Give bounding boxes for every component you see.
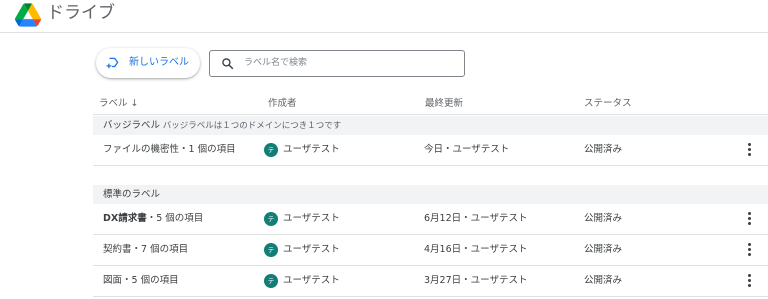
section-header-badge-label: バッジラベル バッジラベルは１つのドメインにつき１つです: [93, 116, 768, 135]
new-label-icon: [106, 57, 119, 69]
column-header-creator: 作成者: [268, 98, 297, 109]
label-row[interactable]: DX請求書・5 個の項目 テ ユーザテスト 6月12日・ユーザテスト 公開済み: [93, 204, 768, 235]
status-text: 公開済み: [584, 244, 623, 255]
status-text: 公開済み: [584, 275, 623, 286]
new-label-button[interactable]: 新しいラベル: [96, 48, 200, 78]
creator-name: ユーザテスト: [283, 275, 340, 286]
label-name-cell: 図面・5 個の項目: [103, 274, 179, 288]
google-drive-logo-icon[interactable]: [15, 3, 41, 27]
label-item-count: ・5 個の項目: [122, 275, 179, 286]
label-search-box[interactable]: [209, 50, 465, 77]
header-divider: [93, 114, 768, 115]
label-row[interactable]: 契約書・7 個の項目 テ ユーザテスト 4月16日・ユーザテスト 公開済み: [93, 235, 768, 266]
creator-name: ユーザテスト: [283, 244, 340, 255]
column-header-label[interactable]: ラベル ↓: [99, 97, 138, 111]
last-updated: 6月12日・ユーザテスト: [424, 213, 528, 224]
last-updated: 今日・ユーザテスト: [424, 144, 510, 155]
avatar: テ: [264, 274, 278, 288]
section-subtitle: バッジラベルは１つのドメインにつき１つです: [162, 121, 342, 131]
column-header-last-updated: 最終更新: [425, 98, 464, 109]
section-title: 標準のラベル: [103, 189, 161, 200]
label-name-cell: ファイルの機密性・1 個の項目: [103, 143, 236, 157]
section-title: バッジラベル: [103, 120, 161, 131]
label-row[interactable]: 図面・5 個の項目 テ ユーザテスト 3月27日・ユーザテスト 公開済み: [93, 266, 768, 297]
avatar: テ: [264, 243, 278, 257]
creator-name: ユーザテスト: [283, 144, 340, 155]
creator-name: ユーザテスト: [283, 213, 340, 224]
label-row[interactable]: ファイルの機密性・1 個の項目 テ ユーザテスト 今日・ユーザテスト 公開済み: [93, 135, 768, 166]
more-vert-icon[interactable]: [743, 272, 755, 290]
label-name: 契約書: [103, 244, 132, 255]
label-search-input[interactable]: [244, 55, 454, 71]
label-name-cell: DX請求書・5 個の項目: [103, 212, 203, 226]
label-name-cell: 契約書・7 個の項目: [103, 243, 188, 257]
last-updated: 4月16日・ユーザテスト: [424, 244, 528, 255]
new-label-button-label: 新しいラベル: [129, 57, 189, 68]
label-name: ファイルの機密性: [103, 144, 180, 155]
more-vert-icon[interactable]: [743, 141, 755, 159]
column-header-status: ステータス: [584, 98, 632, 109]
status-text: 公開済み: [584, 213, 623, 224]
more-vert-icon[interactable]: [743, 210, 755, 228]
top-bar: ドライブ: [0, 0, 768, 33]
label-item-count: ・5 個の項目: [146, 213, 204, 224]
label-name: 図面: [103, 275, 123, 286]
avatar: テ: [264, 212, 278, 226]
section-header-standard-labels: 標準のラベル: [93, 185, 768, 204]
avatar: テ: [264, 143, 278, 157]
last-updated: 3月27日・ユーザテスト: [424, 275, 528, 286]
label-item-count: ・1 個の項目: [179, 144, 236, 155]
label-name: DX請求書: [103, 213, 147, 224]
more-vert-icon[interactable]: [743, 241, 755, 259]
app-title[interactable]: ドライブ: [47, 3, 115, 23]
status-text: 公開済み: [584, 144, 623, 155]
label-item-count: ・7 個の項目: [131, 244, 189, 255]
search-icon: [222, 58, 234, 70]
